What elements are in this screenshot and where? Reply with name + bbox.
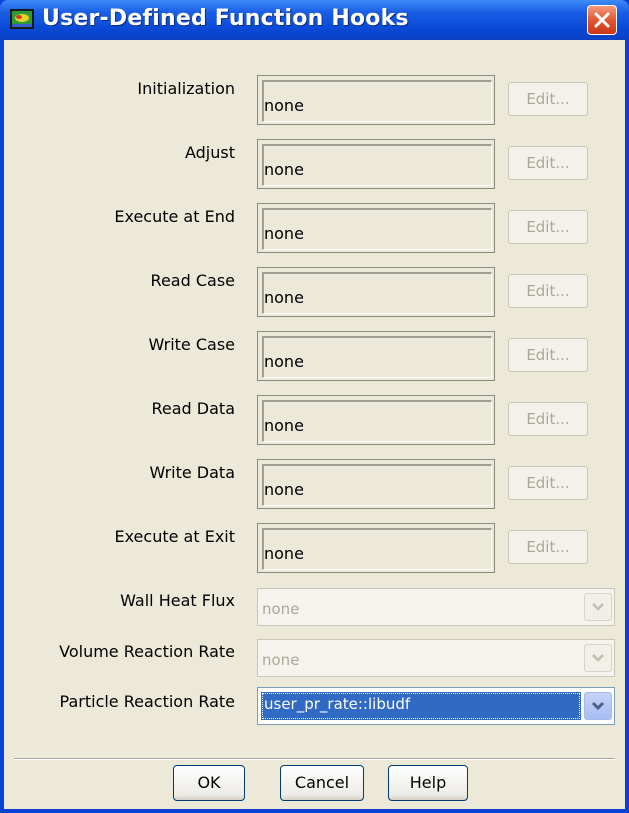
label-volume-reaction-rate: Volume Reaction Rate [59, 642, 235, 661]
initialization-value: none [264, 96, 304, 115]
execute-at-end-edit-button[interactable]: Edit... [508, 210, 588, 244]
adjust-field: none [257, 139, 495, 189]
write-case-edit-button[interactable]: Edit... [508, 338, 588, 372]
dialog-body: Initialization none Edit... Adjust none … [4, 40, 625, 809]
help-button[interactable]: Help [388, 765, 468, 801]
dialog-window: User-Defined Function Hooks Initializati… [0, 0, 629, 813]
label-particle-reaction-rate: Particle Reaction Rate [59, 692, 235, 711]
separator [14, 758, 615, 760]
dropdown-button[interactable] [584, 593, 612, 621]
read-case-edit-button[interactable]: Edit... [508, 274, 588, 308]
execute-at-exit-edit-button[interactable]: Edit... [508, 530, 588, 564]
label-initialization: Initialization [137, 79, 235, 98]
label-adjust: Adjust [184, 143, 235, 162]
wall-heat-flux-dropdown[interactable]: none [257, 588, 615, 626]
adjust-value: none [264, 160, 304, 179]
execute-at-exit-value: none [264, 544, 304, 563]
chevron-down-icon [591, 701, 605, 711]
execute-at-end-field: none [257, 203, 495, 253]
volume-reaction-rate-dropdown[interactable]: none [257, 639, 615, 677]
window-title: User-Defined Function Hooks [42, 6, 409, 31]
chevron-down-icon [592, 654, 604, 662]
volume-reaction-rate-value: none [262, 651, 300, 669]
label-execute-at-end: Execute at End [114, 207, 235, 226]
ok-button[interactable]: OK [173, 765, 245, 801]
chevron-down-icon [592, 603, 604, 611]
close-button[interactable] [587, 5, 617, 35]
close-icon [594, 12, 610, 28]
label-wall-heat-flux: Wall Heat Flux [120, 591, 235, 610]
execute-at-exit-field: none [257, 523, 495, 573]
title-bar[interactable]: User-Defined Function Hooks [0, 0, 629, 40]
read-case-field: none [257, 267, 495, 317]
label-read-data: Read Data [151, 399, 236, 418]
wall-heat-flux-value: none [262, 600, 300, 618]
execute-at-end-value: none [264, 224, 304, 243]
label-read-case: Read Case [150, 271, 235, 290]
read-data-edit-button[interactable]: Edit... [508, 402, 588, 436]
fluent-app-icon [10, 9, 34, 29]
read-data-value: none [264, 416, 304, 435]
adjust-edit-button[interactable]: Edit... [508, 146, 588, 180]
read-data-field: none [257, 395, 495, 445]
write-data-field: none [257, 459, 495, 509]
write-case-value: none [264, 352, 304, 371]
initialization-field: none [257, 75, 495, 125]
write-data-value: none [264, 480, 304, 499]
dropdown-button[interactable] [584, 692, 612, 720]
label-write-data: Write Data [149, 463, 235, 482]
read-case-value: none [264, 288, 304, 307]
particle-reaction-rate-value: user_pr_rate::libudf [264, 695, 411, 713]
label-execute-at-exit: Execute at Exit [114, 527, 235, 546]
cancel-button[interactable]: Cancel [280, 765, 364, 801]
particle-reaction-rate-dropdown[interactable]: user_pr_rate::libudf [257, 687, 615, 725]
label-write-case: Write Case [148, 335, 235, 354]
initialization-edit-button[interactable]: Edit... [508, 82, 588, 116]
dropdown-button[interactable] [584, 644, 612, 672]
write-case-field: none [257, 331, 495, 381]
write-data-edit-button[interactable]: Edit... [508, 466, 588, 500]
